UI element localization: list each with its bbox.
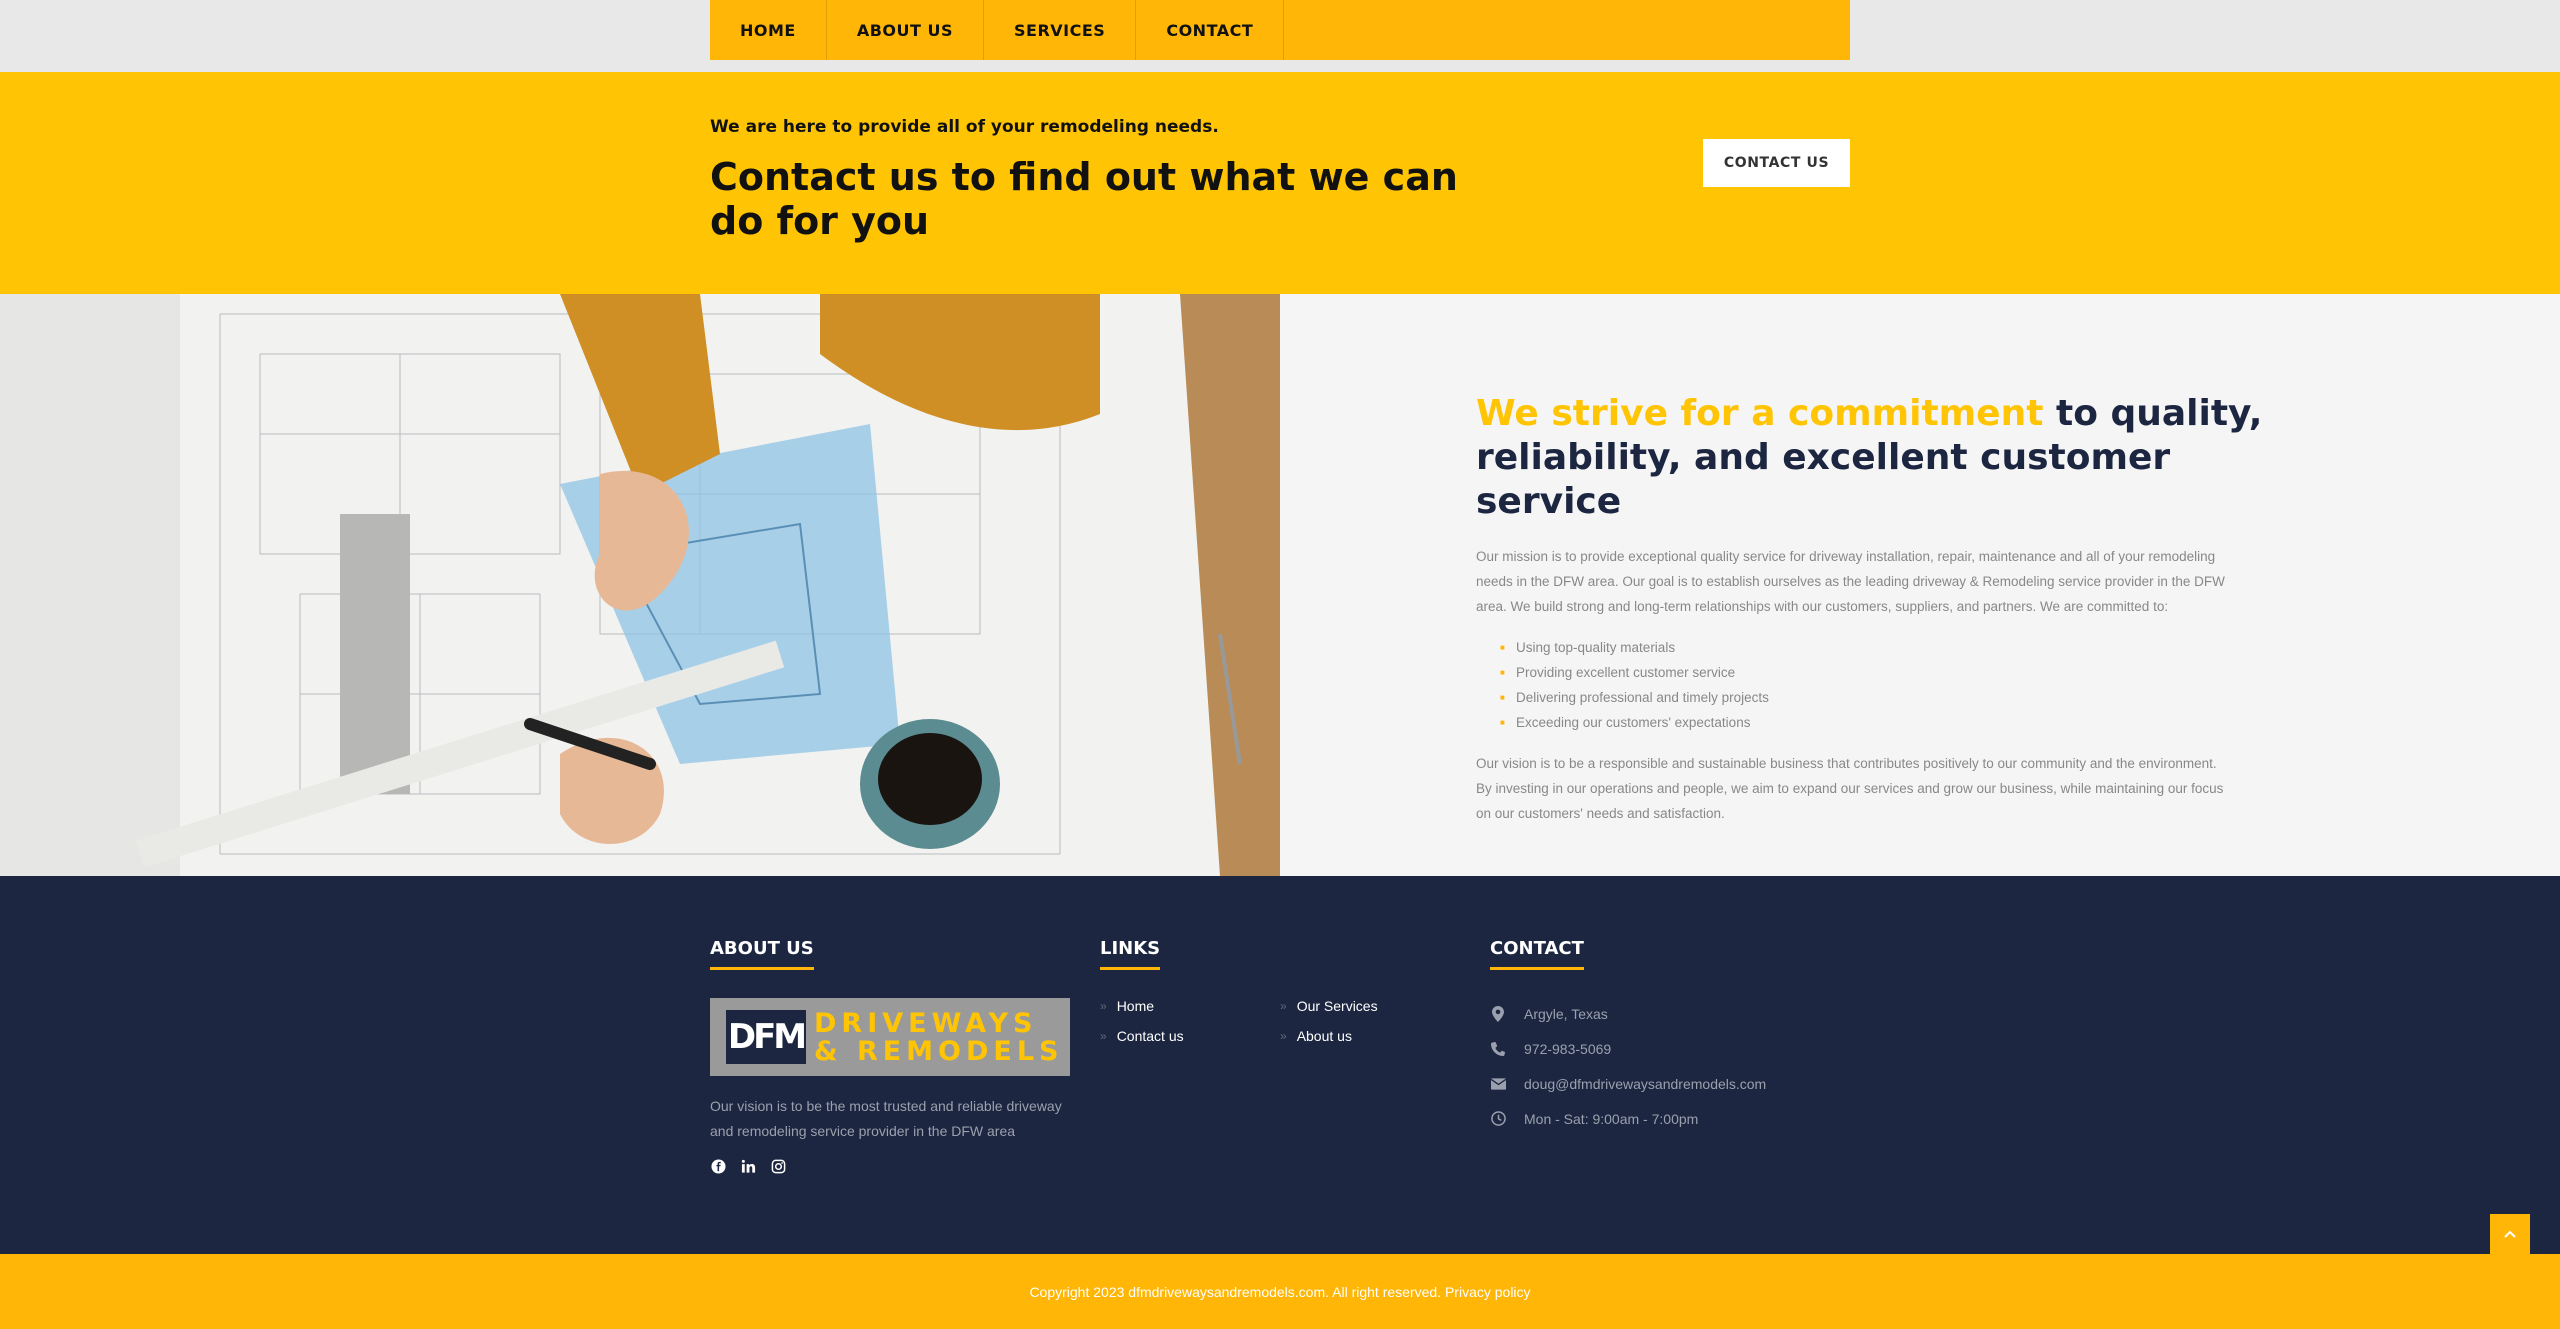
logo-mark: DFM	[726, 1010, 807, 1064]
back-to-top-button[interactable]	[2490, 1214, 2530, 1254]
mission-paragraph: Our mission is to provide exceptional qu…	[1476, 549, 2225, 614]
contact-list: Argyle, Texas 972-983-5069 doug@dfmdrive…	[1490, 996, 1766, 1136]
contact-address-text: Argyle, Texas	[1524, 1005, 1608, 1022]
mission-heading-accent: We strive for a commitment	[1476, 393, 2044, 434]
nav-home[interactable]: HOME	[710, 0, 827, 60]
commitment-list: Using top-quality materials Providing ex…	[1476, 635, 2276, 735]
copyright-text: Copyright 2023 dfmdrivewaysandremodels.c…	[1029, 1283, 1531, 1300]
logo-line-1: DRIVEWAYS	[814, 1008, 1038, 1039]
vision-paragraph: Our vision is to be a responsible and su…	[1476, 756, 2224, 821]
cta-banner: We are here to provide all of your remod…	[0, 72, 2560, 294]
company-logo[interactable]: DFM DRIVEWAYS & REMODELS	[710, 998, 1070, 1076]
list-item: Providing excellent customer service	[1500, 660, 2276, 685]
contact-us-button[interactable]: CONTACT US	[1703, 139, 1850, 187]
footer-link-home[interactable]: » Home	[1100, 998, 1280, 1014]
social-links	[710, 1158, 1070, 1174]
contact-phone[interactable]: 972-983-5069	[1490, 1031, 1766, 1066]
logo-line-2: & REMODELS	[814, 1036, 1064, 1067]
envelope-icon	[1490, 1076, 1506, 1092]
mission-section: We strive for a commitment to quality, r…	[0, 294, 2560, 876]
contact-email[interactable]: doug@dfmdrivewaysandremodels.com	[1490, 1066, 1766, 1101]
footer-link-label: Home	[1116, 998, 1155, 1014]
mission-heading: We strive for a commitment to quality, r…	[1476, 392, 2276, 524]
linkedin-icon[interactable]	[740, 1158, 756, 1174]
nav-services[interactable]: SERVICES	[984, 0, 1137, 60]
nav-about-us[interactable]: ABOUT US	[827, 0, 985, 60]
footer-about-text: Our vision is to be the most trusted and…	[710, 1098, 1062, 1139]
blueprint-drafting-photo	[0, 294, 1280, 876]
footer-links-heading: LINKS	[1100, 938, 1161, 970]
footer: ABOUT US DFM DRIVEWAYS & REMODELS Our vi…	[0, 876, 2560, 1254]
logo-wordmark: DRIVEWAYS & REMODELS	[814, 1010, 1064, 1066]
nav-contact[interactable]: CONTACT	[1136, 0, 1285, 60]
instagram-icon[interactable]	[770, 1158, 786, 1174]
top-bar: HOME ABOUT US SERVICES CONTACT	[0, 0, 2560, 72]
footer-about-column: ABOUT US DFM DRIVEWAYS & REMODELS Our vi…	[710, 938, 1070, 1174]
footer-link-label: About us	[1296, 1028, 1352, 1044]
list-item: Delivering professional and timely proje…	[1500, 685, 2276, 710]
footer-link-our-services[interactable]: » Our Services	[1280, 998, 1460, 1014]
contact-hours-text: Mon - Sat: 9:00am - 7:00pm	[1524, 1110, 1699, 1127]
contact-phone-text: 972-983-5069	[1524, 1040, 1612, 1057]
map-pin-icon	[1490, 1005, 1506, 1022]
footer-links-list: » Home » Our Services » Contact us » About u…	[1100, 998, 1460, 1044]
blueprint-illustration	[0, 294, 1280, 876]
clock-icon	[1490, 1111, 1506, 1127]
cta-kicker: We are here to provide all of your remod…	[710, 117, 1219, 137]
copyright-bar: Copyright 2023 dfmdrivewaysandremodels.c…	[0, 1254, 2560, 1329]
footer-about-heading: ABOUT US	[710, 938, 814, 970]
cta-title: Contact us to find out what we can do fo…	[710, 155, 1458, 243]
mission-text-block: We strive for a commitment to quality, r…	[1476, 392, 2276, 826]
facebook-icon[interactable]	[710, 1158, 726, 1174]
contact-email-text: doug@dfmdrivewaysandremodels.com	[1524, 1075, 1767, 1092]
footer-link-about-us[interactable]: » About us	[1280, 1028, 1460, 1044]
double-chevron-right-icon: »	[1280, 999, 1287, 1013]
double-chevron-right-icon: »	[1100, 999, 1107, 1013]
contact-address: Argyle, Texas	[1490, 996, 1766, 1031]
footer-link-label: Our Services	[1296, 998, 1378, 1014]
footer-contact-column: CONTACT Argyle, Texas 972-983-5069 doug@…	[1490, 938, 1766, 1136]
list-item: Using top-quality materials	[1500, 635, 2276, 660]
footer-link-label: Contact us	[1116, 1028, 1184, 1044]
main-nav: HOME ABOUT US SERVICES CONTACT	[710, 0, 1850, 60]
phone-icon	[1490, 1041, 1506, 1057]
chevron-up-icon	[2504, 1225, 2516, 1243]
double-chevron-right-icon: »	[1280, 1029, 1287, 1043]
footer-contact-heading: CONTACT	[1490, 938, 1584, 970]
double-chevron-right-icon: »	[1100, 1029, 1107, 1043]
footer-link-contact-us[interactable]: » Contact us	[1100, 1028, 1280, 1044]
footer-links-column: LINKS » Home » Our Services » Contact us » A…	[1100, 938, 1460, 1044]
list-item: Exceeding our customers' expectations	[1500, 710, 2276, 735]
contact-hours: Mon - Sat: 9:00am - 7:00pm	[1490, 1101, 1766, 1136]
